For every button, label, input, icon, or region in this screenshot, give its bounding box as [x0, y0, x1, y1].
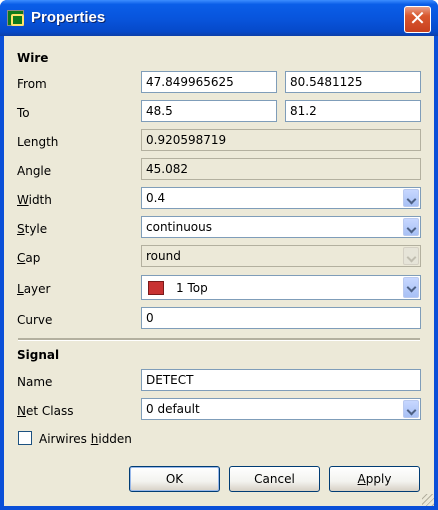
cap-value: round: [146, 249, 181, 263]
curve-input[interactable]: 0: [141, 307, 421, 329]
style-value: continuous: [146, 220, 212, 234]
layer-color-swatch: [148, 281, 164, 295]
chevron-down-icon[interactable]: [403, 218, 419, 236]
width-select[interactable]: 0.4: [141, 187, 421, 209]
ok-button[interactable]: OK: [129, 466, 220, 492]
to-x-input[interactable]: 48.5: [141, 100, 277, 122]
layer-label: Layer: [17, 282, 51, 296]
net-class-select[interactable]: 0 default: [141, 398, 421, 420]
from-x-input[interactable]: 47.849965625: [141, 71, 277, 93]
properties-dialog: Properties ✕ Wire From 47.849965625 80.5…: [0, 0, 438, 510]
apply-button[interactable]: Apply: [329, 466, 420, 492]
style-label: Style: [17, 222, 48, 236]
cap-label: Cap: [17, 251, 41, 265]
signal-section-label: Signal: [17, 348, 60, 362]
style-select[interactable]: continuous: [141, 216, 421, 238]
title-bar[interactable]: Properties ✕: [0, 0, 438, 36]
close-icon: ✕: [409, 6, 426, 30]
name-label: Name: [17, 375, 53, 389]
app-icon: [7, 10, 24, 26]
airwires-hidden-label[interactable]: Airwires hidden: [39, 432, 132, 446]
net-class-value: 0 default: [146, 402, 200, 416]
layer-value: 1 Top: [176, 281, 208, 295]
layer-select[interactable]: 1 Top: [141, 275, 421, 300]
cap-select: round: [141, 245, 421, 267]
airwires-hidden-checkbox[interactable]: [18, 431, 32, 445]
curve-label: Curve: [17, 313, 53, 327]
chevron-down-icon: [403, 247, 419, 265]
length-field: 0.920598719: [141, 129, 421, 151]
width-label: Width: [17, 193, 52, 207]
length-label: Length: [17, 135, 59, 149]
width-value: 0.4: [146, 191, 166, 205]
from-label: From: [17, 77, 47, 91]
close-button[interactable]: ✕: [404, 6, 431, 33]
chevron-down-icon[interactable]: [403, 400, 419, 418]
to-y-input[interactable]: 81.2: [285, 100, 421, 122]
cancel-button[interactable]: Cancel: [229, 466, 320, 492]
window-title: Properties: [31, 9, 106, 26]
chevron-down-icon[interactable]: [403, 277, 419, 298]
dialog-body: Wire From 47.849965625 80.5481125 To 48.…: [4, 36, 434, 506]
net-class-label: Net Class: [17, 404, 74, 418]
angle-label: Angle: [17, 164, 52, 178]
wire-section-label: Wire: [17, 51, 49, 65]
section-divider: [18, 338, 420, 341]
from-y-input[interactable]: 80.5481125: [285, 71, 421, 93]
signal-name-input[interactable]: DETECT: [141, 369, 421, 391]
angle-field: 45.082: [141, 158, 421, 180]
chevron-down-icon[interactable]: [403, 189, 419, 207]
resize-grip[interactable]: [422, 494, 434, 506]
to-label: To: [17, 106, 30, 120]
